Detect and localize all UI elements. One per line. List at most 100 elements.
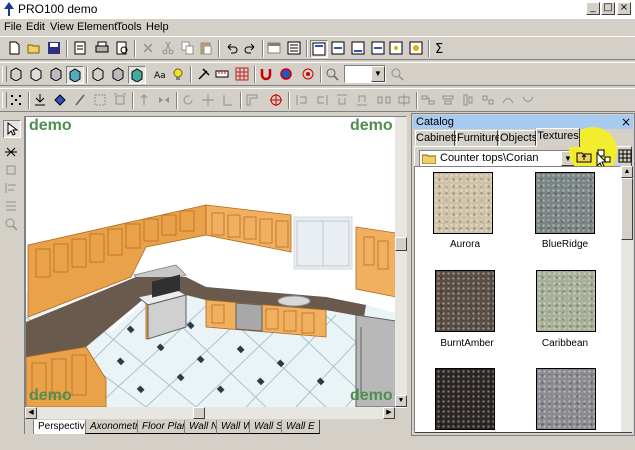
dist-j-icon[interactable] bbox=[480, 92, 498, 110]
close-icon[interactable]: × bbox=[618, 115, 631, 129]
view-d-icon[interactable] bbox=[370, 40, 388, 58]
zoom-out-icon[interactable] bbox=[389, 66, 407, 84]
rotate-ccw-icon[interactable] bbox=[180, 92, 198, 110]
paste-icon[interactable] bbox=[198, 40, 216, 58]
scale-icon[interactable] bbox=[72, 92, 90, 110]
minimize-button[interactable]: _ bbox=[586, 2, 600, 15]
redo-icon[interactable] bbox=[242, 40, 260, 58]
perspective-viewport[interactable]: demo demo demo demo bbox=[25, 116, 407, 408]
sigma-icon[interactable]: Σ bbox=[432, 40, 450, 58]
snap-icon[interactable] bbox=[278, 66, 296, 84]
copy-icon[interactable] bbox=[180, 40, 198, 58]
dist-l-icon[interactable] bbox=[520, 92, 538, 110]
view-a-icon[interactable] bbox=[310, 40, 328, 58]
scatter-tool-icon[interactable] bbox=[3, 144, 21, 162]
tab-wall-e[interactable]: Wall E bbox=[281, 420, 320, 434]
tab-textures[interactable]: Textures bbox=[536, 128, 580, 147]
catalog-vertical-scrollbar[interactable]: ▲ bbox=[621, 166, 633, 432]
move-cross-icon[interactable] bbox=[200, 92, 218, 110]
catalog-scroll-thumb[interactable] bbox=[621, 178, 633, 240]
texture-swatch[interactable] bbox=[435, 368, 495, 430]
viewport-vertical-scrollbar[interactable]: ▼ bbox=[395, 117, 407, 407]
box-tool-icon[interactable] bbox=[3, 162, 21, 180]
cube-c-icon[interactable] bbox=[48, 66, 66, 84]
dist-d-icon[interactable] bbox=[354, 92, 372, 110]
texture-swatch[interactable] bbox=[536, 368, 596, 430]
save-icon[interactable] bbox=[46, 40, 64, 58]
cube-g-icon[interactable] bbox=[128, 66, 146, 84]
move-icon[interactable] bbox=[52, 92, 70, 110]
chevron-down-icon[interactable]: ▼ bbox=[371, 66, 385, 82]
target-icon[interactable] bbox=[300, 66, 318, 84]
vertical-scroll-thumb[interactable] bbox=[395, 237, 407, 251]
mirror-icon[interactable] bbox=[156, 92, 174, 110]
light-icon[interactable] bbox=[170, 66, 188, 84]
dist-b-icon[interactable] bbox=[314, 92, 332, 110]
target2-icon[interactable] bbox=[268, 92, 286, 110]
view-e-icon[interactable] bbox=[388, 40, 406, 58]
horizontal-scroll-thumb[interactable] bbox=[193, 407, 205, 419]
zoom-in-icon[interactable] bbox=[324, 66, 342, 84]
grid-icon[interactable] bbox=[234, 66, 252, 84]
scroll-left-icon[interactable]: ◀ bbox=[25, 407, 37, 419]
magnet-icon[interactable] bbox=[258, 66, 276, 84]
scroll-up-icon[interactable]: ▲ bbox=[621, 166, 633, 178]
dist-a-icon[interactable] bbox=[294, 92, 312, 110]
catalog-path-select[interactable]: Counter tops\Corian ▼ bbox=[419, 150, 576, 167]
texture-swatch[interactable] bbox=[536, 270, 596, 332]
tab-furniture[interactable]: Furniture bbox=[456, 130, 501, 146]
menu-help[interactable]: Help bbox=[146, 21, 169, 33]
catalog-title-bar[interactable]: Catalog × bbox=[413, 115, 633, 129]
dist-g-icon[interactable] bbox=[420, 92, 438, 110]
menu-element[interactable]: Element bbox=[77, 21, 117, 33]
grid-view-icon[interactable] bbox=[617, 148, 633, 164]
tools-icon[interactable] bbox=[196, 66, 214, 84]
folder-up-icon[interactable] bbox=[576, 148, 592, 164]
menu-edit[interactable]: Edit bbox=[26, 21, 45, 33]
cube-b-icon[interactable] bbox=[28, 66, 46, 84]
maximize-button[interactable]: □ bbox=[601, 2, 615, 15]
properties-icon[interactable] bbox=[72, 40, 90, 58]
scroll-right-icon[interactable]: ▶ bbox=[383, 407, 395, 419]
dist-c-icon[interactable] bbox=[334, 92, 352, 110]
dist-i-icon[interactable] bbox=[460, 92, 478, 110]
wall-icon[interactable] bbox=[220, 92, 238, 110]
new-icon[interactable] bbox=[6, 40, 24, 58]
cube-f-icon[interactable] bbox=[110, 66, 128, 84]
corner-icon[interactable] bbox=[244, 92, 262, 110]
distribute-tool-icon[interactable] bbox=[3, 198, 21, 216]
print-icon[interactable] bbox=[94, 40, 112, 58]
scatter-icon[interactable] bbox=[8, 92, 26, 110]
tab-cabinets[interactable]: Cabinets bbox=[415, 130, 459, 146]
dist-k-icon[interactable] bbox=[500, 92, 518, 110]
frame-icon[interactable] bbox=[92, 92, 110, 110]
menu-file[interactable]: File bbox=[4, 21, 22, 33]
print-preview-icon[interactable] bbox=[114, 40, 132, 58]
text-icon[interactable]: Aa bbox=[152, 66, 170, 84]
select-arrow-icon[interactable] bbox=[3, 120, 21, 138]
view-f-icon[interactable] bbox=[408, 40, 426, 58]
texture-swatch[interactable] bbox=[435, 270, 495, 332]
align-tool-icon[interactable] bbox=[3, 180, 21, 198]
arrange-icon[interactable] bbox=[32, 92, 50, 110]
measure-icon[interactable] bbox=[214, 66, 232, 84]
align-icon[interactable] bbox=[112, 92, 130, 110]
zoom-tool-icon[interactable] bbox=[3, 216, 21, 234]
dist-f-icon[interactable] bbox=[396, 92, 414, 110]
texture-swatch[interactable] bbox=[535, 172, 595, 234]
cube-e-icon[interactable] bbox=[90, 66, 108, 84]
view-b-icon[interactable] bbox=[330, 40, 348, 58]
view-c-icon[interactable] bbox=[350, 40, 368, 58]
cube-d-icon[interactable] bbox=[66, 66, 84, 84]
open-icon[interactable] bbox=[26, 40, 44, 58]
tab-objects[interactable]: Objects bbox=[499, 130, 537, 146]
dist-h-icon[interactable] bbox=[440, 92, 458, 110]
scroll-down-icon[interactable]: ▼ bbox=[395, 395, 407, 407]
menu-view[interactable]: View bbox=[50, 21, 74, 33]
viewport-horizontal-scrollbar[interactable]: ◀ ▶ bbox=[25, 407, 395, 419]
texture-swatch[interactable] bbox=[433, 172, 493, 234]
list-icon[interactable] bbox=[286, 40, 304, 58]
rotate-icon[interactable] bbox=[136, 92, 154, 110]
delete-icon[interactable] bbox=[140, 40, 158, 58]
cube-a-icon[interactable] bbox=[8, 66, 26, 84]
